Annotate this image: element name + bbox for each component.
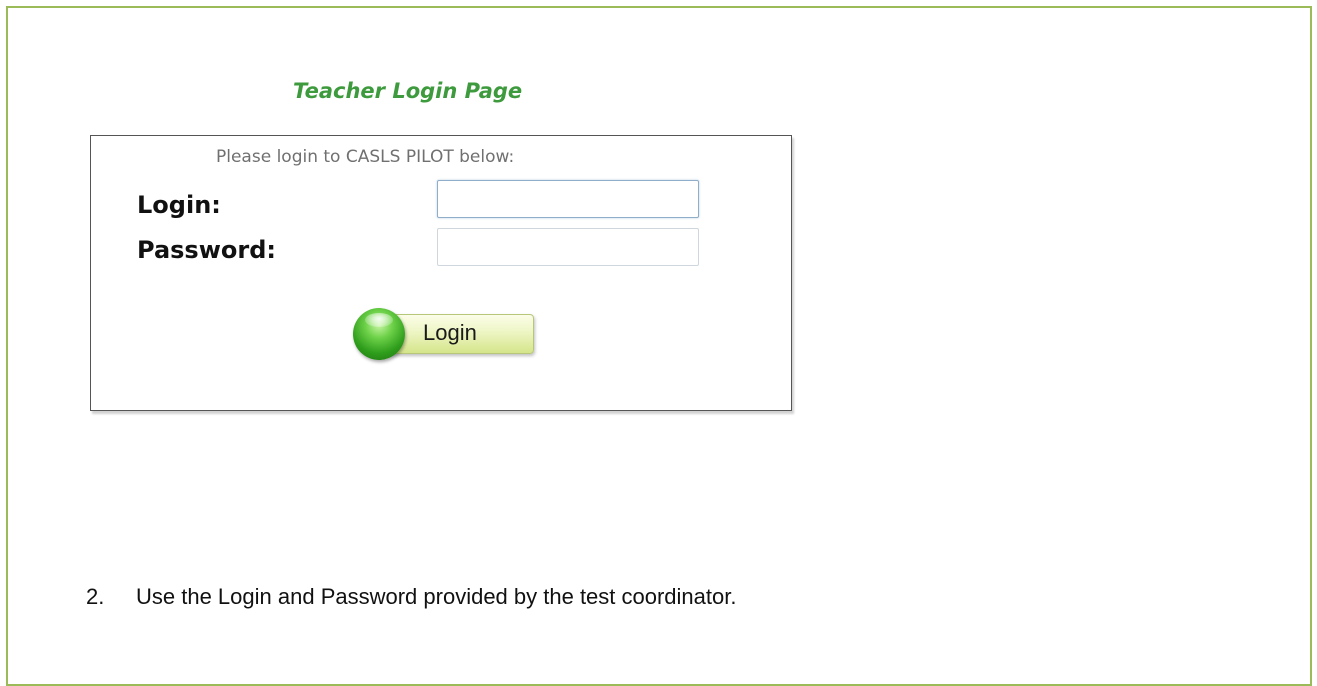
instruction-number: 2. [86, 584, 105, 609]
instruction-text: Use the Login and Password provided by t… [136, 584, 737, 609]
password-input[interactable] [437, 228, 699, 266]
document-frame: Teacher Login Page Please login to CASLS… [6, 6, 1312, 686]
login-button-label: Login [423, 320, 477, 345]
instruction-step: 2. Use the Login and Password provided by… [86, 584, 736, 610]
login-button[interactable]: Login [352, 307, 540, 361]
orb-highlight [365, 313, 393, 327]
login-input[interactable] [437, 180, 699, 218]
login-prompt: Please login to CASLS PILOT below: [216, 147, 515, 167]
login-form: Please login to CASLS PILOT below: Login… [90, 135, 792, 411]
password-label: Password: [137, 236, 276, 264]
login-label: Login: [137, 191, 221, 219]
page-title: Teacher Login Page [293, 79, 523, 103]
green-orb-icon [353, 308, 405, 360]
